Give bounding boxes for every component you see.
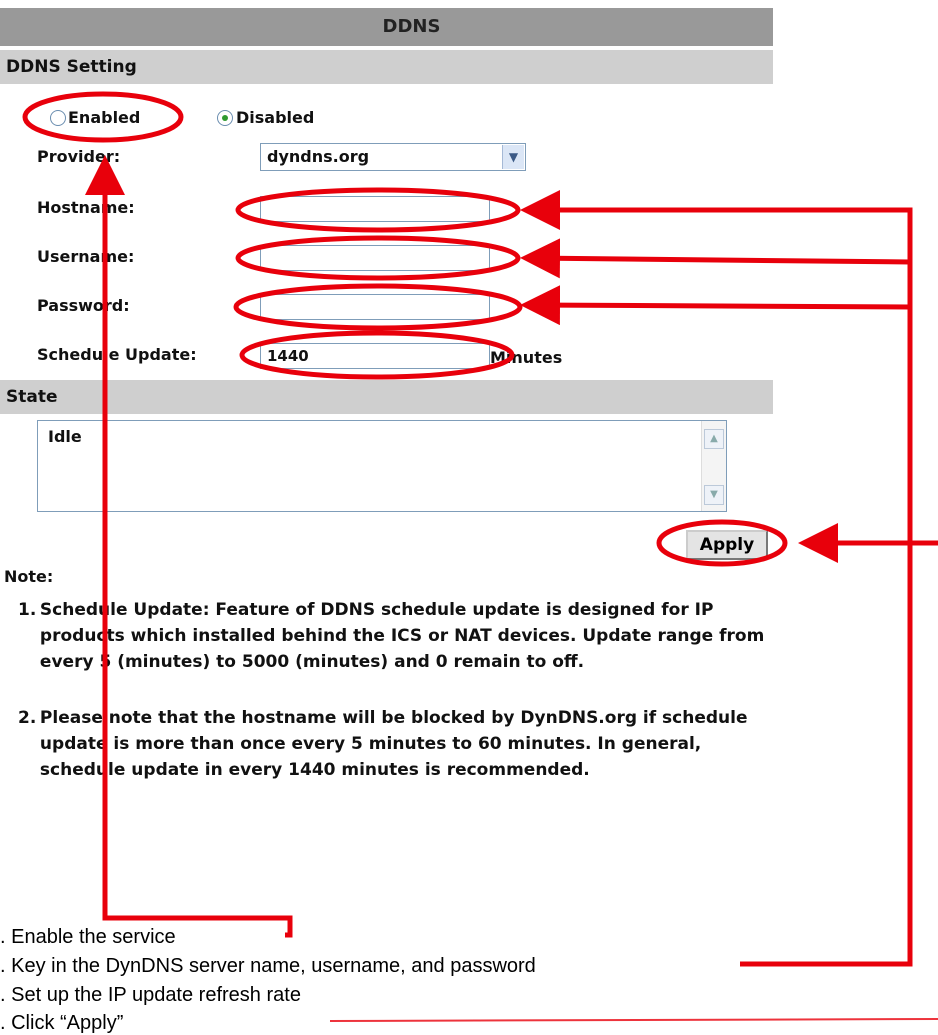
apply-highlight-ellipse [656,519,788,567]
schedule-highlight-ellipse [239,330,515,380]
credentials-arrow-hostname [520,190,913,967]
enabled-highlight-ellipse [22,91,184,143]
annotation-overlay [22,91,938,1022]
apply-line-bottom [329,1018,938,1022]
enable-arrow [85,155,293,938]
password-highlight-ellipse [233,283,523,331]
credentials-arrow-username [520,238,911,279]
username-highlight-ellipse [235,235,521,281]
credentials-arrow-password [520,285,911,326]
hostname-highlight-ellipse [235,187,521,233]
